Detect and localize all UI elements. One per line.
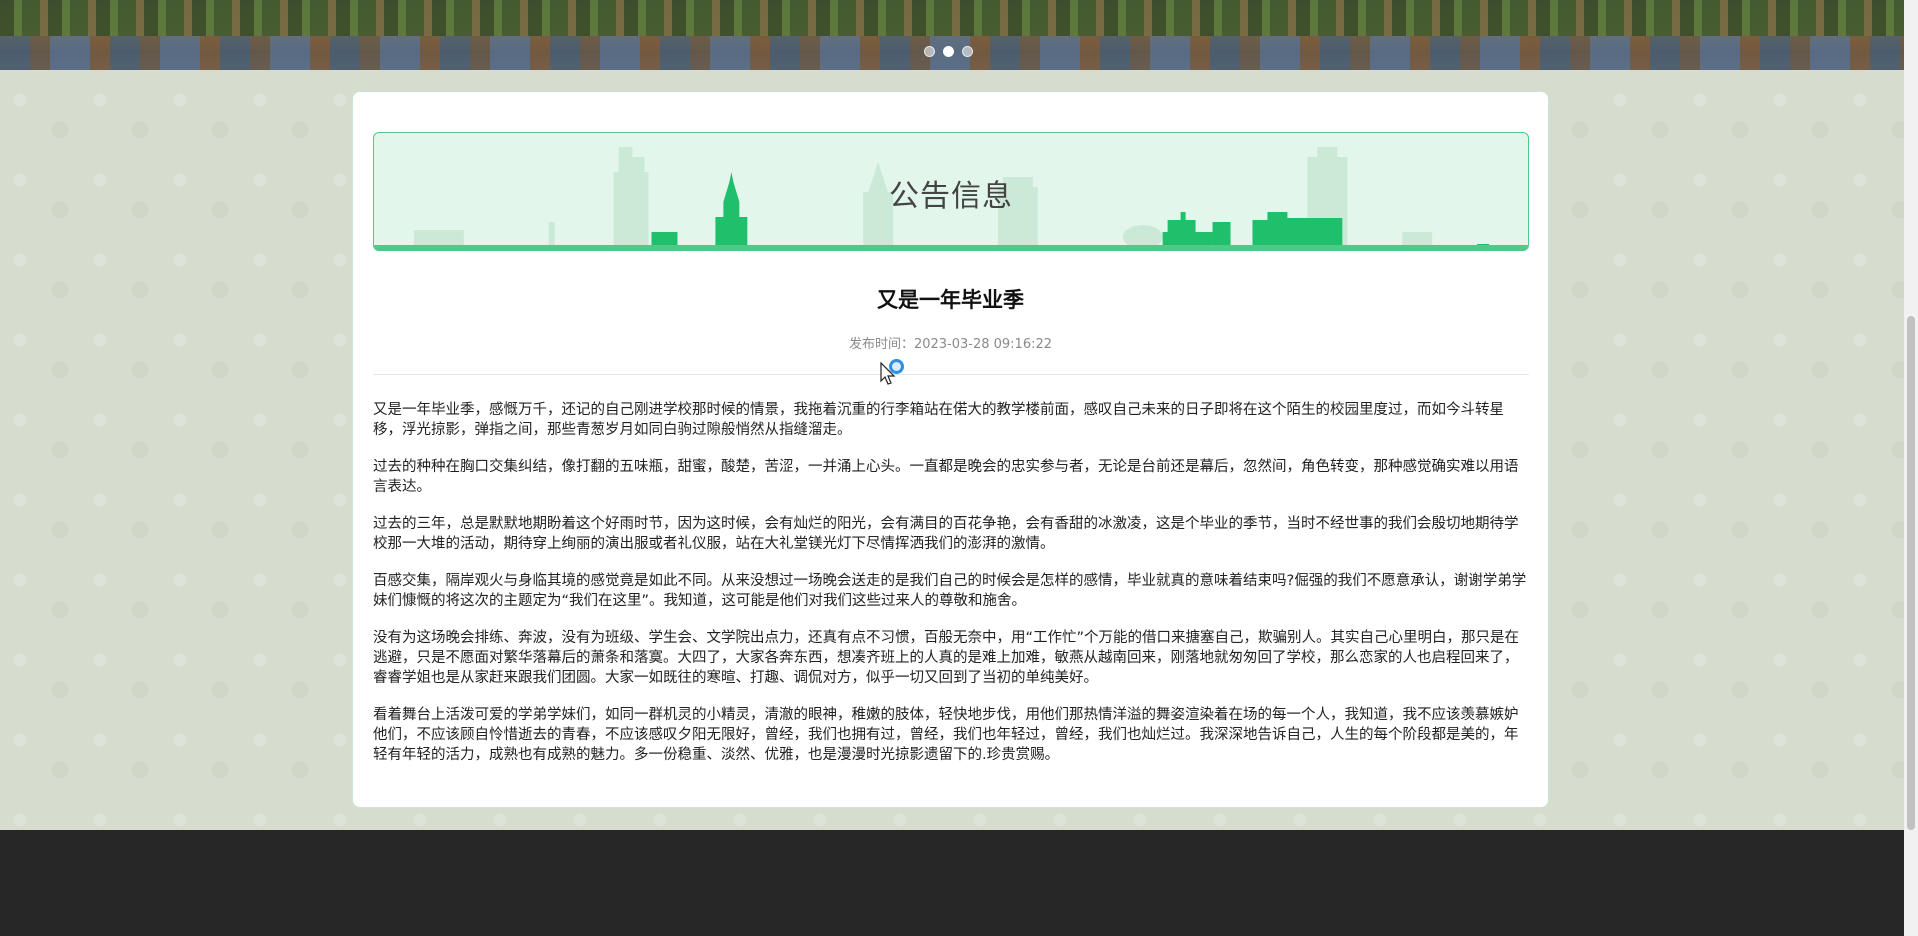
scrollbar-thumb[interactable] [1907, 316, 1915, 830]
banner-image-trees [0, 0, 1904, 36]
notice-card: 公告信息 又是一年毕业季 发布时间：2023-03-28 09:16:22 又是… [352, 91, 1549, 808]
vertical-scrollbar[interactable] [1904, 0, 1918, 936]
article-paragraph: 没有为这场晚会排练、奔波，没有为班级、学生会、文学院出点力，还真有点不习惯，百般… [373, 630, 1520, 686]
article-paragraph: 又是一年毕业季，感慨万千，还记的自己刚进学校那时候的情景，我拖着沉重的行李箱站在… [373, 402, 1504, 438]
carousel-dot-3[interactable] [962, 46, 973, 57]
loading-spinner-icon [889, 359, 904, 374]
banner-carousel[interactable] [0, 0, 1904, 70]
article-paragraph: 过去的三年，总是默默地期盼着这个好雨时节，因为这时候，会有灿烂的阳光，会有满目的… [373, 516, 1519, 552]
article-body: 又是一年毕业季，感慨万千，还记的自己刚进学校那时候的情景，我拖着沉重的行李箱站在… [373, 400, 1529, 782]
carousel-dot-1[interactable] [924, 46, 935, 57]
article-title: 又是一年毕业季 [877, 288, 1024, 312]
page-footer [0, 830, 1904, 936]
carousel-indicators [924, 46, 973, 57]
carousel-dot-2[interactable] [943, 46, 954, 57]
notice-header-banner: 公告信息 [373, 132, 1529, 251]
divider [373, 374, 1529, 375]
article-paragraph: 过去的种种在胸口交集纠结，像打翻的五味瓶，甜蜜，酸楚，苦涩，一并涌上心头。一直都… [373, 459, 1519, 495]
publish-time: 发布时间：2023-03-28 09:16:22 [848, 337, 1053, 352]
notice-heading: 公告信息 [889, 179, 1013, 214]
article-paragraph: 百感交集，隔岸观火与身临其境的感觉竟是如此不同。从来没想过一场晚会送走的是我们自… [373, 573, 1527, 609]
article-paragraph: 看着舞台上活泼可爱的学弟学妹们，如同一群机灵的小精灵，清澈的眼神，稚嫩的肢体，轻… [373, 707, 1519, 763]
